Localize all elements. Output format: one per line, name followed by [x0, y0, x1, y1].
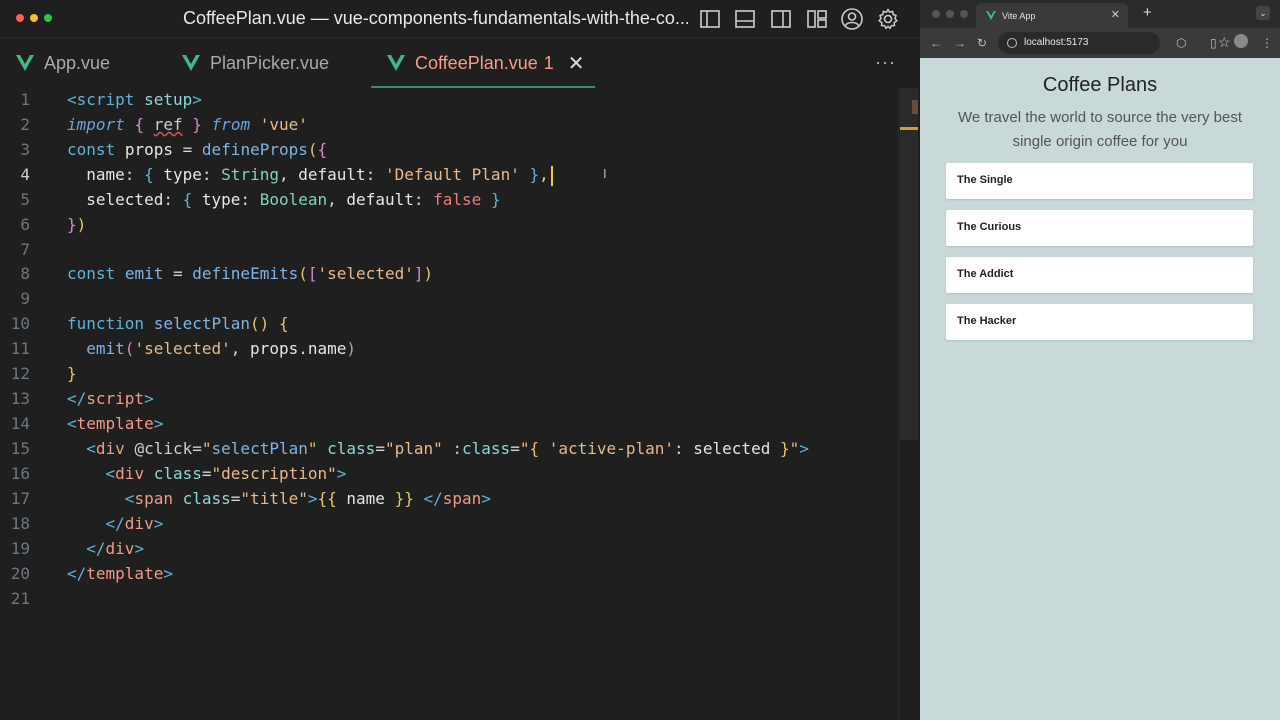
- tab-app-vue[interactable]: App.vue: [16, 38, 110, 88]
- code-line: 11 emit('selected', props.name): [10, 339, 357, 358]
- page-title: Coffee Plans: [1042, 74, 1158, 96]
- error-marker: [912, 100, 918, 114]
- toggle-secondary-sidebar-icon[interactable]: [768, 6, 794, 32]
- code-line: 7: [20, 240, 30, 259]
- tab-planpicker-vue[interactable]: PlanPicker.vue: [182, 38, 329, 88]
- plan-title: The Hacker: [957, 315, 1017, 327]
- code-line: 10 function selectPlan() {: [10, 314, 289, 333]
- code-line: 3 const props = defineProps({: [20, 140, 328, 159]
- vue-file-icon: [182, 55, 200, 71]
- more-actions-icon[interactable]: ···: [875, 52, 896, 73]
- zoom-window-button[interactable]: [44, 14, 52, 22]
- profile-avatar[interactable]: [1234, 34, 1248, 48]
- cursor-position-marker: [900, 127, 918, 130]
- browser-toolbar: ← → ↻ localhost:5173 ☆ ⬡ ▯ ⋮: [920, 28, 1280, 58]
- plan-title: The Curious: [957, 221, 1022, 233]
- side-panel-icon[interactable]: ▯: [1210, 36, 1217, 50]
- minimize-window-button[interactable]: [30, 14, 38, 22]
- code-area[interactable]: 1 <script setup> 2 import { ref } from 'vu…: [0, 88, 898, 720]
- address-bar[interactable]: localhost:5173 ☆: [998, 32, 1231, 54]
- code-line: 14 <template>: [10, 414, 164, 433]
- bookmark-star-icon[interactable]: ☆: [1218, 34, 1231, 51]
- plan-card[interactable]: The Curious: [946, 210, 1253, 246]
- page-subtitle: We travel the world to source the very b…: [957, 109, 1243, 150]
- minimize-window-button[interactable]: [946, 10, 954, 18]
- code-line: 15 <div @click="selectPlan" class="plan"…: [10, 439, 809, 458]
- code-line: 19 </div>: [10, 539, 145, 558]
- zoom-window-button[interactable]: [960, 10, 968, 18]
- url-text: localhost:5173: [1024, 37, 1089, 48]
- code-editor-window: CoffeePlan.vue — vue-components-fundamen…: [0, 0, 920, 720]
- tab-label: PlanPicker.vue: [210, 52, 330, 73]
- browser-window: Vite App ✕ + ⌄ ← → ↻ localhost:5173 ☆ ⬡ …: [920, 0, 1280, 720]
- browser-tab-title: Vite App: [1002, 10, 1036, 21]
- page-content: Coffee Plans We travel the world to sour…: [920, 58, 1280, 720]
- close-tab-icon[interactable]: ✕: [1111, 8, 1120, 21]
- code-line: 8 const emit = defineEmits(['selected']): [20, 264, 434, 283]
- code-line: 18 </div>: [10, 514, 164, 533]
- code-line: 2 import { ref } from 'vue': [20, 115, 308, 134]
- code-line: 1 <script setup>: [20, 90, 202, 109]
- tab-label: App.vue: [44, 52, 111, 73]
- plan-title: The Single: [957, 174, 1013, 186]
- settings-gear-icon[interactable]: [875, 6, 901, 32]
- code-line: 20 </template>: [10, 564, 173, 583]
- vite-favicon-icon: [986, 11, 996, 20]
- close-tab-icon[interactable]: ✕: [568, 51, 585, 76]
- plan-card[interactable]: The Addict: [946, 257, 1253, 293]
- mouse-ibeam-cursor: I: [603, 166, 607, 181]
- site-info-icon[interactable]: [1007, 38, 1017, 48]
- new-tab-button[interactable]: +: [1143, 4, 1152, 21]
- browser-tab-strip: Vite App ✕ + ⌄: [920, 0, 1280, 28]
- close-window-button[interactable]: [932, 10, 940, 18]
- close-window-button[interactable]: [16, 14, 24, 22]
- code-line: 12}: [10, 364, 77, 383]
- plan-card[interactable]: The Hacker: [946, 304, 1253, 340]
- vue-file-icon: [16, 55, 34, 71]
- toggle-primary-sidebar-icon[interactable]: [697, 6, 723, 32]
- scrollbar-thumb[interactable]: [900, 88, 918, 440]
- code-line: 5 selected: { type: Boolean, default: fa…: [20, 190, 501, 209]
- code-line: 21: [10, 589, 30, 608]
- code-line: 6}): [20, 215, 87, 234]
- problem-count-badge: 1: [543, 52, 554, 73]
- code-line: 13 </script>: [10, 389, 154, 408]
- forward-arrow-icon[interactable]: →: [954, 36, 966, 50]
- tab-coffeeplan-vue[interactable]: CoffeePlan.vue 1 ✕: [371, 38, 595, 88]
- editor-titlebar: CoffeePlan.vue — vue-components-fundamen…: [0, 0, 920, 38]
- plan-title: The Addict: [957, 268, 1014, 280]
- tab-search-icon[interactable]: ⌄: [1256, 6, 1270, 20]
- customize-layout-icon[interactable]: [804, 6, 830, 32]
- text-cursor: [550, 165, 553, 186]
- toggle-panel-icon[interactable]: [732, 6, 758, 32]
- account-icon[interactable]: [839, 6, 865, 32]
- back-arrow-icon[interactable]: ←: [930, 36, 942, 50]
- editor-tab-bar: App.vue PlanPicker.vue CoffeePlan.vue 1 …: [0, 38, 920, 88]
- reload-icon[interactable]: ↻: [977, 36, 987, 50]
- editor-window-title: CoffeePlan.vue — vue-components-fundamen…: [183, 8, 688, 28]
- code-line: 16 <div class="description">: [10, 464, 347, 483]
- code-line: 17 <span class="title">{{ name }} </span…: [10, 489, 491, 508]
- code-line: 9: [20, 289, 30, 308]
- extensions-icon[interactable]: ⬡: [1176, 36, 1186, 50]
- plan-card[interactable]: The Single: [946, 163, 1253, 199]
- tab-label: CoffeePlan.vue: [415, 52, 538, 73]
- menu-kebab-icon[interactable]: ⋮: [1261, 36, 1273, 50]
- code-line-current: 4 name: { type: String, default: 'Defaul…: [0, 163, 898, 187]
- browser-tab[interactable]: Vite App ✕: [976, 3, 1128, 28]
- vue-file-icon: [387, 55, 405, 71]
